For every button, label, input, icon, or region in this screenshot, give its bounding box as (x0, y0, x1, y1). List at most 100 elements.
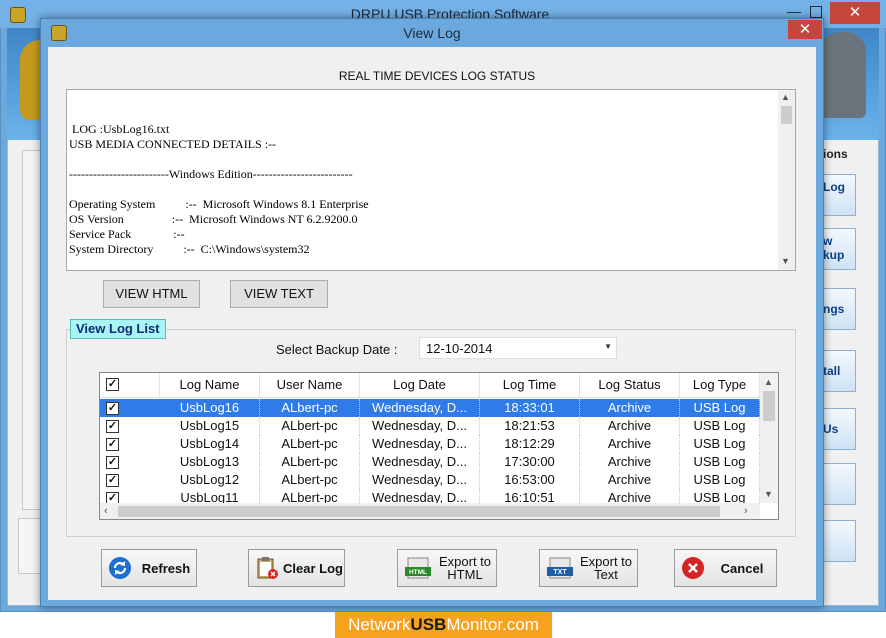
clear-log-button[interactable]: Clear Log (248, 549, 345, 587)
log-text-area[interactable]: LOG :UsbLog16.txt USB MEDIA CONNECTED DET… (66, 89, 796, 271)
cell-time: 18:12:29 (480, 435, 580, 453)
red-x-icon (682, 557, 704, 579)
view-log-dialog: View Log ✕ REAL TIME DEVICES LOG STATUS … (40, 18, 824, 607)
dialog-titlebar: View Log ✕ (41, 19, 823, 47)
side-button-blank-2[interactable] (820, 520, 856, 562)
row-checkbox[interactable]: ✓ (106, 456, 119, 469)
dropdown-arrow-icon[interactable]: ▼ (604, 342, 612, 351)
log-line: System Directory :-- C:\Windows\system32 (69, 242, 310, 256)
column-header[interactable]: User Name (260, 373, 360, 398)
log-line: Operating System :-- Microsoft Windows 8… (69, 197, 369, 211)
backup-date-dropdown[interactable]: 12-10-2014 ▼ (419, 337, 617, 359)
scroll-up-icon[interactable]: ▲ (781, 92, 790, 102)
grid-scroll-thumb[interactable] (763, 391, 775, 421)
view-html-button[interactable]: VIEW HTML (103, 280, 200, 308)
main-left-bottom-panel (18, 518, 42, 574)
cell-type: USB Log (680, 417, 760, 435)
view-log-list-label: View Log List (70, 319, 166, 339)
log-line: OS Version :-- Microsoft Windows NT 6.2.… (69, 212, 358, 226)
backup-date-value: 12-10-2014 (426, 341, 493, 356)
cell-date: Wednesday, D... (360, 435, 480, 453)
side-button-contact[interactable]: Us (820, 408, 856, 450)
cell-date: Wednesday, D... (360, 471, 480, 489)
svg-text:TXT: TXT (553, 569, 567, 576)
cell-time: 16:53:00 (480, 471, 580, 489)
cell-user: ALbert-pc (260, 399, 360, 417)
row-checkbox[interactable]: ✓ (106, 420, 119, 433)
column-header[interactable]: Log Type (680, 373, 760, 398)
svg-text:HTML: HTML (409, 569, 427, 576)
dialog-shield-icon (51, 25, 67, 41)
export-text-button[interactable]: TXT Export to Text (539, 549, 638, 587)
header-select-all[interactable]: ✓ (100, 373, 160, 398)
side-button-backup[interactable]: w kup (820, 228, 856, 270)
txt-file-icon: TXT (547, 557, 573, 579)
column-header[interactable]: Log Name (160, 373, 260, 398)
column-header[interactable]: Log Time (480, 373, 580, 398)
table-row[interactable]: ✓ UsbLog12 ALbert-pc Wednesday, D... 16:53:0… (100, 471, 760, 489)
select-all-checkbox[interactable]: ✓ (106, 378, 119, 391)
cell-name: UsbLog13 (160, 453, 260, 471)
banner-person-icon (820, 32, 866, 118)
cell-status: Archive (580, 399, 680, 417)
row-checkbox[interactable]: ✓ (106, 438, 119, 451)
side-button-blank-1[interactable] (820, 463, 856, 505)
scroll-up-icon[interactable]: ▲ (764, 377, 773, 387)
dialog-close-icon[interactable]: ✕ (788, 20, 822, 39)
clipboard-delete-icon (257, 557, 278, 579)
status-heading: REAL TIME DEVICES LOG STATUS (338, 69, 536, 83)
cell-type: USB Log (680, 399, 760, 417)
cell-name: UsbLog16 (160, 399, 260, 417)
backup-date-label: Select Backup Date : (276, 342, 398, 357)
log-text-content: LOG :UsbLog16.txt USB MEDIA CONNECTED DET… (69, 122, 774, 257)
table-row[interactable]: ✓ UsbLog13 ALbert-pc Wednesday, D... 17:30:0… (100, 453, 760, 471)
table-row[interactable]: ✓ UsbLog16 ALbert-pc Wednesday, D... 18:33:0… (100, 399, 760, 417)
scroll-down-icon[interactable]: ▼ (764, 489, 773, 499)
grid-header: ✓ Log Name User Name Log Date Log Time Log St… (100, 373, 760, 398)
scroll-down-icon[interactable]: ▼ (781, 256, 790, 266)
cancel-button[interactable]: Cancel (674, 549, 777, 587)
column-header[interactable]: Log Date (360, 373, 480, 398)
grid-hscroll-thumb[interactable] (118, 506, 720, 517)
row-checkbox[interactable]: ✓ (106, 402, 119, 415)
log-line: -------------------------Windows Edition… (69, 167, 353, 181)
cell-user: ALbert-pc (260, 417, 360, 435)
scroll-right-icon[interactable]: › (744, 505, 748, 517)
cell-status: Archive (580, 453, 680, 471)
cell-status: Archive (580, 417, 680, 435)
export-html-button[interactable]: HTML Export to HTML (397, 549, 497, 587)
main-close-icon[interactable]: ✕ (830, 2, 880, 24)
view-text-button[interactable]: VIEW TEXT (230, 280, 328, 308)
dialog-title: View Log (403, 25, 461, 41)
grid-horizontal-scrollbar[interactable]: ‹ › (100, 503, 760, 519)
export-html-label: Export to HTML (438, 554, 492, 582)
log-line: USB MEDIA CONNECTED DETAILS :-- (69, 137, 277, 151)
cell-date: Wednesday, D... (360, 453, 480, 471)
table-row[interactable]: ✓ UsbLog14 ALbert-pc Wednesday, D... 18:12:2… (100, 435, 760, 453)
cell-time: 18:33:01 (480, 399, 580, 417)
cell-status: Archive (580, 435, 680, 453)
cell-name: UsbLog12 (160, 471, 260, 489)
row-checkbox[interactable]: ✓ (106, 474, 119, 487)
brand-suffix: Monitor.com (446, 615, 539, 634)
side-button-install[interactable]: tall (820, 350, 856, 392)
log-scroll-thumb[interactable] (781, 106, 792, 124)
table-row[interactable]: ✓ UsbLog15 ALbert-pc Wednesday, D... 18:21:5… (100, 417, 760, 435)
scroll-left-icon[interactable]: ‹ (104, 505, 108, 517)
maximize-icon[interactable] (810, 6, 822, 18)
brand-bold: USB (410, 615, 447, 634)
cell-name: UsbLog15 (160, 417, 260, 435)
cell-date: Wednesday, D... (360, 399, 480, 417)
grid-vertical-scrollbar[interactable]: ▲ ▼ (760, 373, 778, 503)
dialog-client: REAL TIME DEVICES LOG STATUS LOG :UsbLog… (48, 47, 816, 600)
log-list-grid: ✓ Log Name User Name Log Date Log Time Log St… (99, 372, 779, 520)
brand-prefix: Network (348, 615, 411, 634)
column-header[interactable]: Log Status (580, 373, 680, 398)
side-button-settings[interactable]: ngs (820, 288, 856, 330)
log-vertical-scrollbar[interactable]: ▲ ▼ (778, 90, 795, 270)
cell-user: ALbert-pc (260, 453, 360, 471)
refresh-button[interactable]: Refresh (101, 549, 197, 587)
cancel-label: Cancel (720, 560, 764, 576)
side-button-log[interactable]: Log (820, 174, 856, 216)
